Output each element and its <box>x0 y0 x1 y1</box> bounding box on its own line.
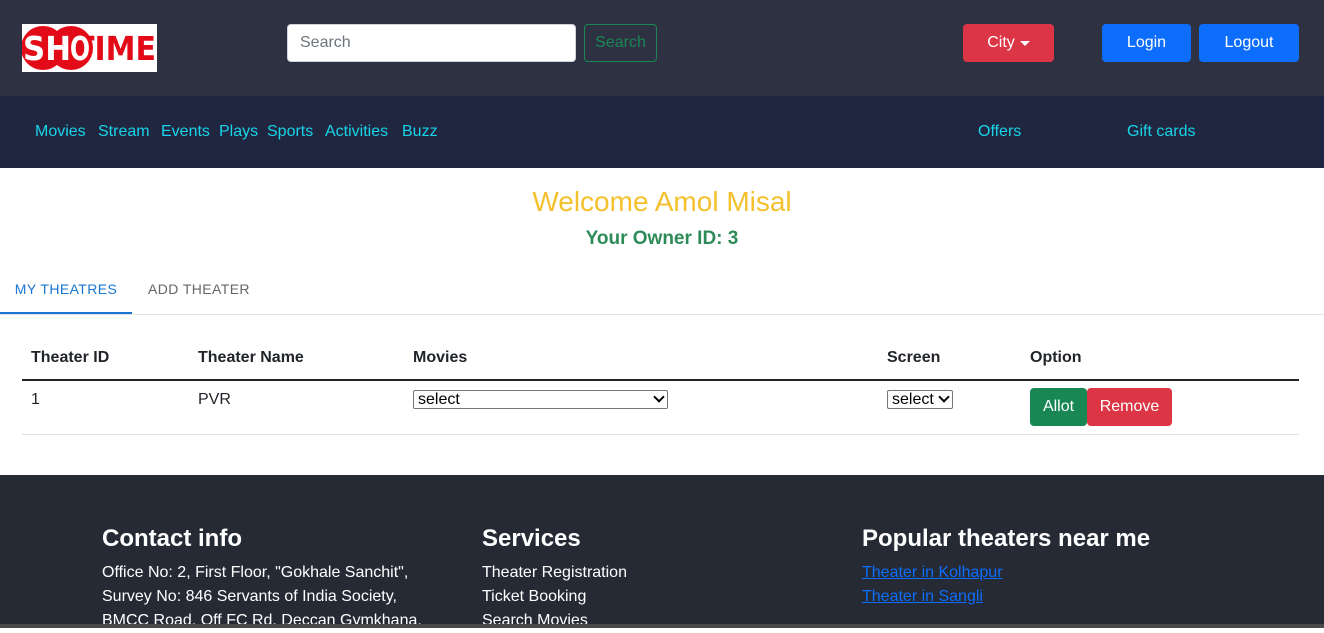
movies-select[interactable]: select <box>413 390 668 409</box>
nav-link-buzz[interactable]: Buzz <box>402 122 438 142</box>
allot-button[interactable]: Allot <box>1030 388 1087 426</box>
welcome-heading: Welcome Amol Misal <box>532 186 792 217</box>
tab-my-theatres[interactable]: MY THEATRES <box>0 264 132 314</box>
login-button[interactable]: Login <box>1102 24 1191 62</box>
search-button[interactable]: Search <box>584 24 657 62</box>
column-header-theater-name: Theater Name <box>198 349 304 366</box>
nav-link-offers[interactable]: Offers <box>978 122 1021 142</box>
nav-link-stream[interactable]: Stream <box>98 122 150 142</box>
owner-id-label: Your Owner ID: <box>585 228 723 249</box>
footer-contact-line: Office No: 2, First Floor, "Gokhale Sanc… <box>102 564 409 581</box>
footer-service-search-movies[interactable]: Search Movies <box>482 609 588 633</box>
cell-theater-id: 1 <box>31 391 40 408</box>
remove-button[interactable]: Remove <box>1087 388 1172 426</box>
footer-popular-heading: Popular theaters near me <box>862 525 1151 552</box>
footer-link-theater-kolhapur[interactable]: Theater in Kolhapur <box>862 561 1003 585</box>
logout-button[interactable]: Logout <box>1199 24 1299 62</box>
footer-link-theater-sangli[interactable]: Theater in Sangli <box>862 585 983 609</box>
city-button-label: City <box>987 34 1015 51</box>
column-header-movies: Movies <box>413 349 468 366</box>
tabs-divider <box>0 314 1324 315</box>
svg-text:O: O <box>70 29 90 68</box>
chevron-down-icon <box>653 391 665 403</box>
footer-contact-line: Survey No: 846 Servants of India Society… <box>102 588 397 605</box>
footer-contact-heading: Contact info <box>102 525 242 552</box>
nav-link-plays[interactable]: Plays <box>219 122 258 142</box>
chevron-down-icon <box>938 391 950 403</box>
column-header-option: Option <box>1030 349 1082 366</box>
footer-service-ticket-booking[interactable]: Ticket Booking <box>482 585 586 609</box>
nav-link-gift-cards[interactable]: Gift cards <box>1127 122 1195 142</box>
column-header-screen: Screen <box>887 349 941 366</box>
svg-text:SH: SH <box>23 29 71 68</box>
nav-link-activities[interactable]: Activities <box>325 122 388 142</box>
nav-link-movies[interactable]: Movies <box>35 122 86 142</box>
nav-bar: Movies Stream Events Plays Sports Activi… <box>0 96 1324 168</box>
nav-link-events[interactable]: Events <box>161 122 210 142</box>
footer: Contact info Office No: 2, First Floor, … <box>0 475 1324 629</box>
table-row-divider <box>22 434 1299 435</box>
screen-select[interactable]: select <box>887 390 953 409</box>
search-input[interactable] <box>287 24 576 62</box>
footer-contact-line: BMCC Road, Off FC Rd, Deccan Gymkhana, <box>102 612 422 629</box>
owner-id-line: Your Owner ID: 3 <box>0 227 1324 251</box>
movies-select-value: select <box>418 391 460 408</box>
caret-down-icon <box>1019 40 1030 46</box>
owner-id-value: 3 <box>727 228 739 249</box>
table-header-divider <box>22 379 1299 381</box>
cell-theater-name: PVR <box>198 391 231 408</box>
footer-service-theater-registration[interactable]: Theater Registration <box>482 561 627 585</box>
top-bar: SH TIME O Search City Login Logout <box>0 0 1324 96</box>
footer-services-heading: Services <box>482 525 581 552</box>
window-bottom-edge <box>0 624 1324 628</box>
column-header-theater-id: Theater ID <box>31 349 110 366</box>
city-dropdown-button[interactable]: City <box>963 24 1054 62</box>
logo-graphic: SH TIME O <box>22 26 156 70</box>
nav-link-sports[interactable]: Sports <box>267 122 313 142</box>
showtime-logo[interactable]: SH TIME O <box>22 24 157 72</box>
screen-select-value: select <box>892 391 934 408</box>
tab-add-theater[interactable]: ADD THEATER <box>132 264 266 314</box>
